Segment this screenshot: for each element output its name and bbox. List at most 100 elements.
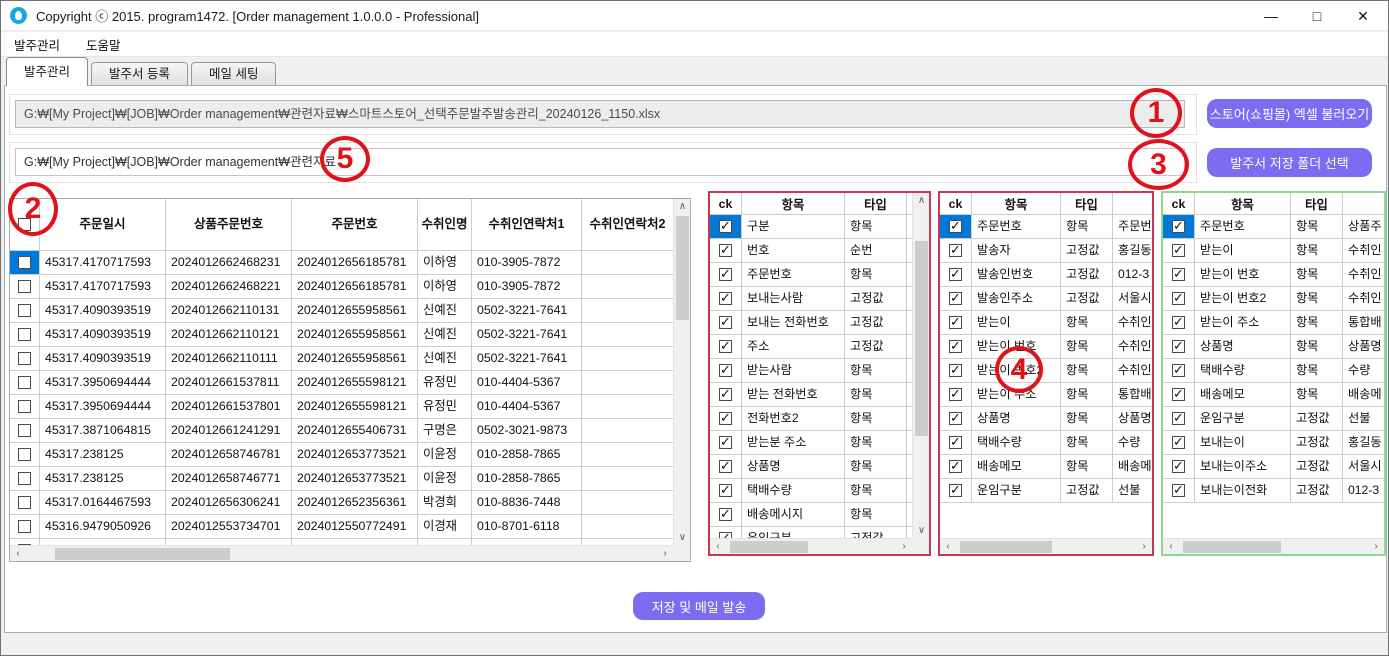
checkbox-cell[interactable]: [940, 263, 972, 286]
list-item[interactable]: 전화번호2항목: [710, 407, 912, 431]
table-row[interactable]: 45317.4170717593202401266246823120240126…: [10, 251, 673, 275]
checked-checkbox[interactable]: [1172, 436, 1185, 449]
list-item[interactable]: 받는분 주소항목: [710, 431, 912, 455]
list-item[interactable]: 주문번호항목상품주: [1163, 215, 1384, 239]
column-header[interactable]: 타입: [845, 193, 907, 215]
checkbox-cell[interactable]: [10, 443, 40, 466]
list-item[interactable]: 받는이 주소항목통합배: [1163, 311, 1384, 335]
checkbox-cell[interactable]: [1163, 479, 1195, 502]
checked-checkbox[interactable]: [719, 340, 732, 353]
checked-checkbox[interactable]: [719, 268, 732, 281]
column-header[interactable]: 항목: [972, 193, 1061, 215]
checkbox-cell[interactable]: [10, 467, 40, 490]
list-item[interactable]: 배송메모항목배송메: [1163, 383, 1384, 407]
column-header[interactable]: 주문번호: [292, 199, 418, 251]
save-folder-field[interactable]: G:₩[My Project]₩[JOB]₩Order management₩관…: [15, 148, 1185, 176]
table-row[interactable]: 45317.4090393519202401266211013120240126…: [10, 299, 673, 323]
unchecked-checkbox[interactable]: [18, 256, 31, 269]
panel1-vscroll-thumb[interactable]: [915, 241, 928, 436]
list-item[interactable]: 받는이 번호항목수취인: [940, 335, 1152, 359]
checked-checkbox[interactable]: [949, 436, 962, 449]
checked-checkbox[interactable]: [719, 388, 732, 401]
column-header[interactable]: 수취인연락처1: [472, 199, 582, 251]
list-item[interactable]: 배송메모항목배송메: [940, 455, 1152, 479]
list-item[interactable]: 받는사람항목: [710, 359, 912, 383]
list-item[interactable]: 택배수량항목: [710, 479, 912, 503]
checkbox-cell[interactable]: [940, 287, 972, 310]
checkbox-cell[interactable]: [710, 263, 742, 286]
checked-checkbox[interactable]: [1172, 388, 1185, 401]
excel-path-field[interactable]: G:₩[My Project]₩[JOB]₩Order management₩관…: [15, 100, 1185, 128]
list-item[interactable]: 운임구분고정값선불: [1163, 407, 1384, 431]
checkbox-cell[interactable]: [940, 311, 972, 334]
table-row[interactable]: 45317.2381252024012658746781202401265377…: [10, 443, 673, 467]
list-item[interactable]: 받는이항목수취인: [1163, 239, 1384, 263]
checked-checkbox[interactable]: [719, 292, 732, 305]
checkbox-cell[interactable]: [1163, 311, 1195, 334]
checked-checkbox[interactable]: [949, 220, 962, 233]
unchecked-checkbox[interactable]: [18, 280, 31, 293]
checked-checkbox[interactable]: [1172, 292, 1185, 305]
checkbox-cell[interactable]: [1163, 263, 1195, 286]
checkbox-cell[interactable]: [710, 239, 742, 262]
checkbox-cell[interactable]: [10, 275, 40, 298]
list-item[interactable]: 주소고정값: [710, 335, 912, 359]
list-item[interactable]: 받는이항목수취인: [940, 311, 1152, 335]
checkbox-cell[interactable]: [10, 395, 40, 418]
panel3-hscroll-thumb[interactable]: [1183, 541, 1281, 553]
list-item[interactable]: 받는이 주소항목통합배: [940, 383, 1152, 407]
checked-checkbox[interactable]: [949, 316, 962, 329]
panel2-hscroll-thumb[interactable]: [960, 541, 1052, 553]
list-item[interactable]: 발송자고정값홍길동: [940, 239, 1152, 263]
unchecked-checkbox[interactable]: [18, 376, 31, 389]
unchecked-checkbox[interactable]: [18, 328, 31, 341]
unchecked-checkbox[interactable]: [18, 424, 31, 437]
checkbox-cell[interactable]: [10, 515, 40, 538]
scroll-left-icon[interactable]: ‹: [940, 539, 956, 555]
checkbox-cell[interactable]: [1163, 335, 1195, 358]
checkbox-cell[interactable]: [1163, 239, 1195, 262]
panel1-hscroll-thumb[interactable]: [730, 541, 808, 553]
checked-checkbox[interactable]: [719, 436, 732, 449]
list-item[interactable]: 보내는사람고정값: [710, 287, 912, 311]
checkbox-cell[interactable]: [710, 287, 742, 310]
checkbox-cell[interactable]: [710, 503, 742, 526]
checkbox-cell[interactable]: [10, 491, 40, 514]
column-header[interactable]: 수취인명: [418, 199, 472, 251]
unchecked-checkbox[interactable]: [18, 304, 31, 317]
column-header[interactable]: 항목: [1195, 193, 1291, 215]
checkbox-cell[interactable]: [710, 335, 742, 358]
checked-checkbox[interactable]: [719, 460, 732, 473]
column-header[interactable]: 항목: [742, 193, 845, 215]
checkbox-cell[interactable]: [940, 479, 972, 502]
checked-checkbox[interactable]: [1172, 364, 1185, 377]
unchecked-checkbox[interactable]: [18, 400, 31, 413]
checked-checkbox[interactable]: [949, 388, 962, 401]
checked-checkbox[interactable]: [1172, 268, 1185, 281]
list-item[interactable]: 발송인번호고정값012-3: [940, 263, 1152, 287]
list-item[interactable]: 보내는 전화번호고정값: [710, 311, 912, 335]
checked-checkbox[interactable]: [949, 268, 962, 281]
column-header[interactable]: ck: [940, 193, 972, 215]
table-row[interactable]: 45317.3950694444202401266153781120240126…: [10, 371, 673, 395]
minimize-button[interactable]: —: [1248, 1, 1294, 31]
column-header[interactable]: ck: [710, 193, 742, 215]
column-header[interactable]: ck: [1163, 193, 1195, 215]
table-row[interactable]: 45317.2381252024012658746771202401265377…: [10, 467, 673, 491]
checkbox-cell[interactable]: [940, 455, 972, 478]
checkbox-cell[interactable]: [10, 419, 40, 442]
list-item[interactable]: 주문번호항목주문번: [940, 215, 1152, 239]
checkbox-cell[interactable]: [1163, 359, 1195, 382]
checked-checkbox[interactable]: [949, 460, 962, 473]
checked-checkbox[interactable]: [719, 244, 732, 257]
column-header[interactable]: 타입: [1061, 193, 1113, 215]
scroll-right-icon[interactable]: ›: [1368, 539, 1384, 555]
list-item[interactable]: 주문번호항목: [710, 263, 912, 287]
select-folder-button[interactable]: 발주서 저장 폴더 선택: [1207, 148, 1372, 177]
list-item[interactable]: 운임구분고정값선불: [940, 479, 1152, 503]
list-item[interactable]: 상품명항목상품명: [1163, 335, 1384, 359]
scroll-down-icon[interactable]: ∨: [674, 530, 691, 545]
checked-checkbox[interactable]: [719, 508, 732, 521]
table-row[interactable]: 45317.4170717593202401266246822120240126…: [10, 275, 673, 299]
unchecked-checkbox[interactable]: [18, 496, 31, 509]
